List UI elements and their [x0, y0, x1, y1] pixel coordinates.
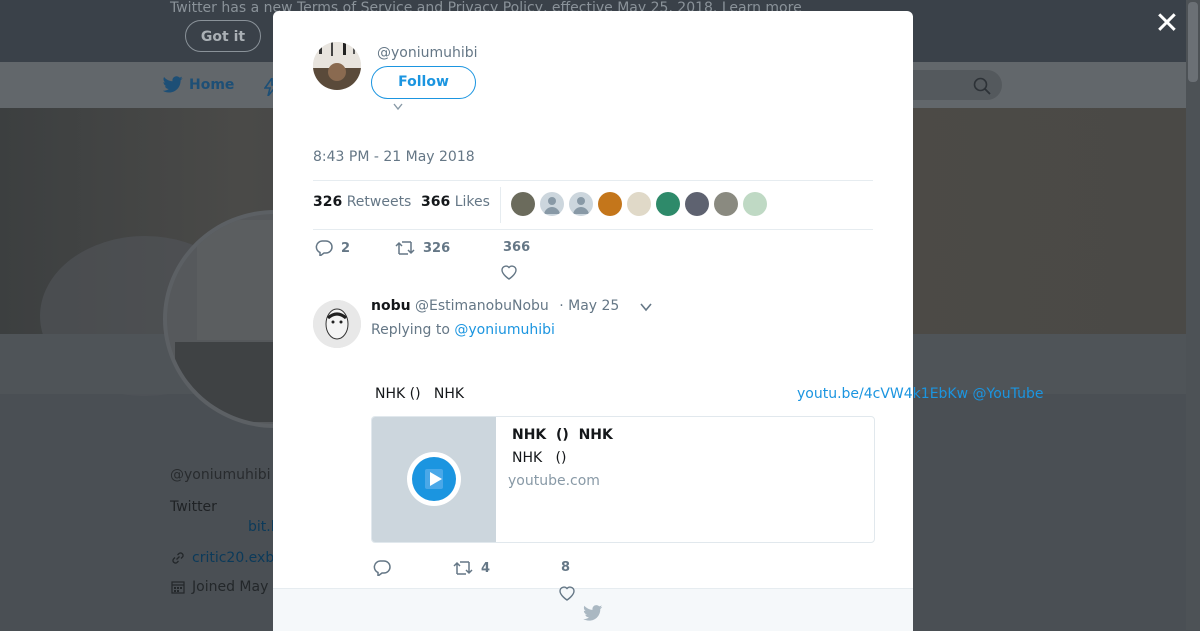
reply-count: 2 [341, 240, 351, 256]
reply-date[interactable]: · May 25 [559, 298, 619, 314]
liker-avatar[interactable] [511, 192, 535, 216]
reply-name[interactable]: nobu [371, 298, 411, 314]
liker-avatar[interactable] [598, 192, 622, 216]
profile-bio: Twitter [170, 499, 217, 515]
likes-stat[interactable]: 366 Likes [421, 194, 490, 210]
profile-url[interactable]: critic20.exb [170, 550, 274, 566]
heart-icon[interactable] [558, 585, 576, 601]
replying-to-link[interactable]: @yoniumuhibi [454, 322, 555, 338]
reply-handle[interactable]: @EstimanobuNobu [415, 298, 549, 314]
like-button[interactable]: 366 [503, 240, 530, 255]
twitter-bird-icon [583, 605, 603, 621]
reply-like-count: 8 [561, 560, 571, 575]
profile-joined: Joined May [170, 579, 268, 595]
reply-header: nobu @EstimanobuNobu · May 25 [371, 298, 619, 314]
reply-icon [373, 560, 391, 576]
liker-avatar[interactable] [569, 192, 593, 216]
calendar-icon [171, 581, 185, 594]
bio-link[interactable]: bit.l [248, 519, 275, 535]
retweet-button[interactable]: 326 [395, 240, 450, 256]
retweets-label: Retweets [346, 194, 412, 210]
card-domain: youtube.com [508, 473, 600, 489]
reply-text: NHK () NHK [375, 386, 465, 402]
scrollbar-thumb[interactable] [1188, 2, 1198, 82]
nav-home-label: Home [189, 76, 235, 93]
play-icon [407, 452, 461, 506]
joined-text: Joined May [192, 579, 269, 595]
tweet-actions: 2 326 366 [313, 239, 873, 289]
reply-avatar-image [313, 300, 361, 348]
retweets-count: 326 [313, 194, 343, 210]
reply-like-button[interactable]: 8 [561, 560, 570, 575]
like-count: 366 [503, 240, 531, 255]
reply-reply-button[interactable] [373, 560, 399, 576]
follow-button[interactable]: Follow [371, 66, 476, 99]
tweet-stats: 326 Retweets 366 Likes [313, 180, 873, 230]
chevron-down-icon[interactable] [639, 302, 653, 312]
scrollbar-track[interactable] [1186, 0, 1200, 630]
retweet-icon [453, 561, 473, 575]
tweet-modal: @yoniumuhibi Follow 8:43 PM - 21 May 201… [273, 11, 1043, 631]
profile-url-text: critic20.exb [192, 550, 275, 566]
tweet-timestamp[interactable]: 8:43 PM - 21 May 2018 [313, 149, 475, 165]
author-handle[interactable]: @yoniumuhibi [377, 45, 478, 61]
got-it-button[interactable]: Got it [185, 20, 261, 52]
liker-avatars [511, 192, 767, 216]
link-icon [172, 552, 184, 564]
close-icon[interactable]: ✕ [1154, 9, 1180, 39]
chevron-down-icon[interactable] [393, 103, 403, 111]
retweet-icon [395, 241, 415, 255]
modal-footer [273, 588, 913, 631]
reply-button[interactable]: 2 [315, 240, 350, 256]
nav-home[interactable]: Home [163, 76, 234, 93]
twitter-bird-icon [163, 76, 183, 93]
likes-count: 366 [421, 194, 451, 210]
search-icon[interactable] [972, 76, 992, 96]
reply-icon [315, 240, 333, 256]
author-avatar-image [313, 42, 361, 90]
replying-label: Replying to [371, 322, 450, 338]
liker-avatar[interactable] [714, 192, 738, 216]
card-description: NHK () [512, 450, 567, 466]
liker-avatar[interactable] [743, 192, 767, 216]
reply-retweet-count: 4 [481, 560, 491, 576]
card-title: NHK () NHK [512, 427, 613, 443]
heart-icon[interactable] [500, 264, 518, 280]
liker-avatar[interactable] [656, 192, 680, 216]
card-thumbnail [372, 417, 496, 542]
liker-avatar[interactable] [685, 192, 709, 216]
liker-avatar[interactable] [627, 192, 651, 216]
author-avatar[interactable] [313, 42, 361, 90]
reply-avatar[interactable] [313, 300, 361, 348]
link-card[interactable]: NHK () NHK NHK () youtube.com [371, 416, 875, 543]
profile-handle: @yoniumuhibi [170, 467, 271, 483]
retweet-count: 326 [423, 240, 451, 256]
replying-to: Replying to @yoniumuhibi [371, 322, 555, 338]
likes-label: Likes [454, 194, 490, 210]
stats-divider [500, 187, 501, 223]
retweets-stat[interactable]: 326 Retweets [313, 194, 411, 210]
reply-youtube-link[interactable]: youtu.be/4cVW4k1EbKw @YouTube [797, 386, 1043, 402]
liker-avatar[interactable] [540, 192, 564, 216]
reply-retweet-button[interactable]: 4 [453, 560, 490, 576]
